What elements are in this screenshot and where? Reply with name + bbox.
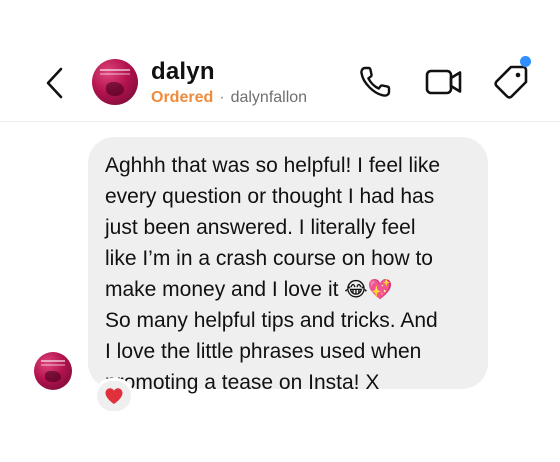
sparkling-heart-emoji: 💖	[367, 277, 393, 301]
message-line: So many helpful tips and tricks. And	[105, 309, 438, 332]
laughing-emoji: 😂	[344, 277, 368, 301]
notification-dot	[520, 56, 531, 67]
message-line: promoting a tease on Insta! X	[105, 371, 380, 394]
message-line: every question or thought I had has	[105, 185, 435, 208]
phone-icon[interactable]	[357, 64, 393, 100]
heart-icon	[105, 388, 123, 404]
chat-screen: dalyn Ordered · dalynfallon Aghhh that was…	[0, 0, 560, 462]
tag-icon[interactable]	[492, 62, 530, 100]
message-line-with-emoji: make money and I love it 😂💖	[105, 274, 474, 305]
message-line: Aghhh that was so helpful! I feel like	[105, 154, 441, 177]
heart-reaction[interactable]	[94, 378, 134, 414]
order-status: Ordered	[151, 89, 214, 106]
message-line: I love the little phrases used when	[105, 340, 422, 363]
sender-avatar[interactable]	[34, 352, 72, 390]
message-line: just been answered. I literally feel	[105, 216, 416, 239]
header-divider	[0, 121, 560, 122]
message-text: make money and I love it	[105, 278, 339, 301]
message-bubble[interactable]: Aghhh that was so helpful! I feel like e…	[88, 137, 488, 394]
contact-avatar[interactable]	[92, 59, 138, 105]
chat-header: dalyn Ordered · dalynfallon	[0, 0, 560, 122]
subtitle-separator: ·	[219, 89, 225, 106]
contact-username: dalynfallon	[230, 89, 308, 106]
message-line: like I’m in a crash course on how to	[105, 247, 433, 270]
video-camera-icon[interactable]	[424, 64, 464, 100]
back-chevron-icon[interactable]	[40, 64, 70, 102]
contact-subtitle: Ordered · dalynfallon	[151, 89, 307, 107]
contact-name[interactable]: dalyn	[151, 58, 215, 86]
